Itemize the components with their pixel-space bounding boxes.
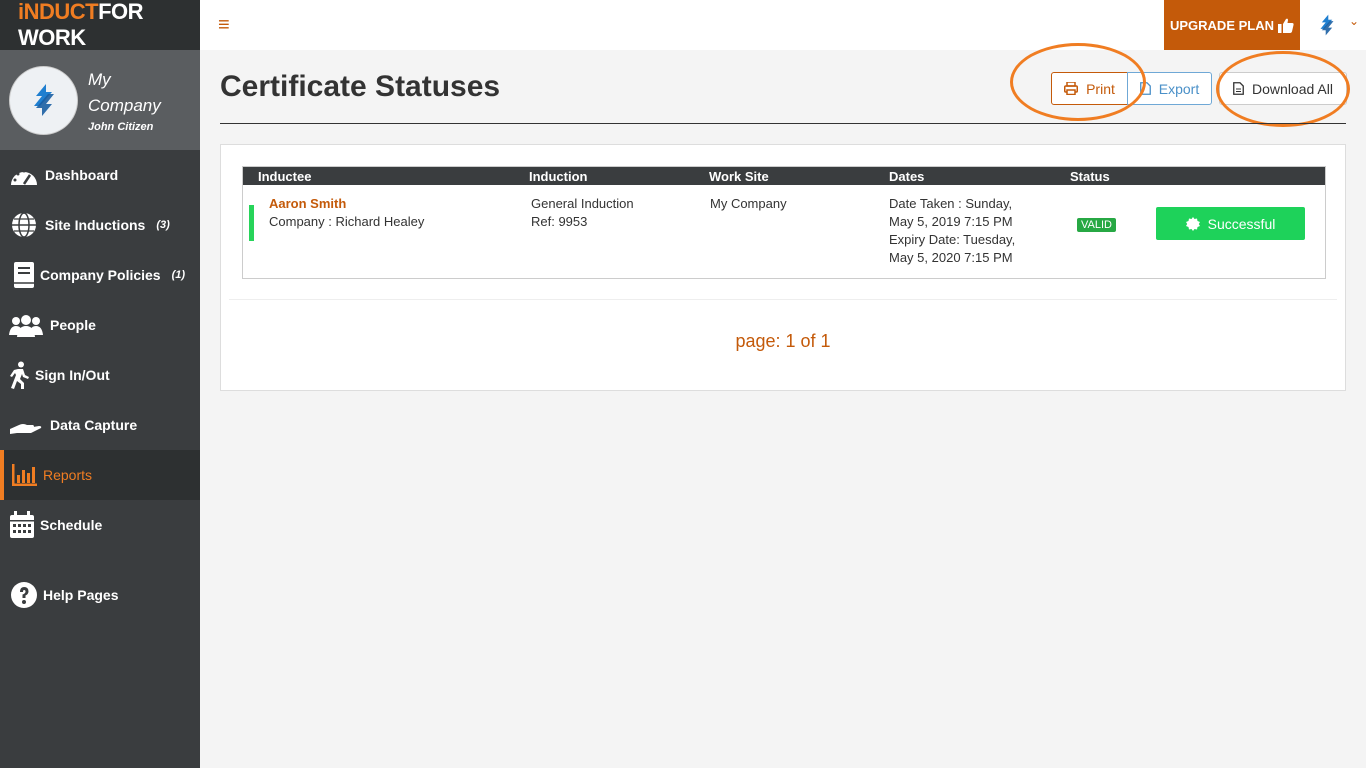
sidebar-item-data-capture[interactable]: Data Capture — [0, 400, 200, 450]
sidebar-item-company-policies[interactable]: Company Policies (1) — [0, 250, 200, 300]
status-badge: VALID — [1077, 218, 1116, 232]
sidebar-nav: Dashboard Site Inductions (3) Company Po… — [0, 150, 200, 620]
export-button[interactable]: Export — [1127, 72, 1212, 105]
sidebar-item-label: Schedule — [40, 517, 103, 533]
row-status-indicator — [249, 205, 254, 241]
download-all-button[interactable]: Download All — [1219, 72, 1347, 105]
profile-text: My Company John Citizen — [88, 67, 168, 133]
printer-icon — [1064, 82, 1079, 95]
sidebar-item-label: Reports — [43, 467, 93, 483]
bar-chart-icon — [9, 460, 39, 490]
topbar: ≡ UPGRADE PLAN ⌄ — [200, 0, 1366, 50]
chevron-down-icon[interactable]: ⌄ — [1349, 14, 1359, 28]
inductee-cell: Aaron Smith Company : Richard Healey — [269, 195, 424, 231]
inductee-company: Company : Richard Healey — [269, 214, 425, 229]
induction-name: General Induction — [531, 196, 634, 211]
sidebar-item-count: (1) — [171, 269, 186, 281]
inductee-name-link[interactable]: Aaron Smith — [269, 195, 424, 213]
column-header-inductee[interactable]: Inductee — [258, 169, 311, 184]
user-menu-avatar[interactable] — [1312, 10, 1342, 40]
sidebar-item-people[interactable]: People — [0, 300, 200, 350]
sidebar-item-label: Company Policies — [40, 267, 161, 283]
sidebar-item-label: Site Inductions — [45, 217, 146, 233]
walking-person-icon — [9, 360, 31, 390]
upgrade-plan-button[interactable]: UPGRADE PLAN — [1164, 0, 1300, 50]
pagination-text: page: 1 of 1 — [735, 331, 831, 351]
sidebar-item-dashboard[interactable]: Dashboard — [0, 150, 200, 200]
company-avatar[interactable] — [10, 66, 77, 134]
expiry-date-line-2: May 5, 2020 7:15 PM — [889, 250, 1013, 265]
hand-icon — [9, 410, 43, 440]
hamburger-menu-icon[interactable]: ≡ — [218, 14, 230, 37]
successful-button-label: Successful — [1207, 215, 1276, 232]
column-header-induction[interactable]: Induction — [529, 169, 588, 184]
profile-panel: My Company John Citizen — [0, 50, 200, 150]
certificates-table: Inductee Induction Work Site Dates Statu… — [242, 166, 1326, 279]
users-icon — [9, 310, 43, 340]
app-logo[interactable]: iNDUCTFOR WORK — [18, 0, 200, 51]
sidebar-item-label: Help Pages — [43, 587, 119, 603]
profile-user-name: John Citizen — [88, 121, 154, 133]
print-button[interactable]: Print — [1051, 72, 1128, 105]
column-header-dates[interactable]: Dates — [889, 169, 924, 184]
profile-company-name: My Company — [88, 70, 161, 115]
dashboard-gauge-icon — [9, 160, 39, 190]
sidebar-item-label: Dashboard — [45, 167, 119, 183]
upgrade-plan-label: UPGRADE PLAN — [1169, 17, 1274, 33]
title-divider — [220, 123, 1346, 124]
app-root: iNDUCTFOR WORK My Company John Citizen D… — [0, 0, 1366, 768]
induction-ref: Ref: 9953 — [531, 214, 588, 229]
expiry-date-line-1: Expiry Date: Tuesday, — [889, 232, 1016, 247]
logo-part-1: iNDUCT — [18, 0, 99, 24]
table-row: Aaron Smith Company : Richard Healey Gen… — [243, 185, 1325, 278]
print-button-label: Print — [1086, 80, 1115, 97]
sidebar-item-help-pages[interactable]: Help Pages — [0, 570, 200, 620]
sidebar: iNDUCTFOR WORK My Company John Citizen D… — [0, 0, 200, 768]
column-header-work-site[interactable]: Work Site — [709, 169, 769, 184]
export-button-label: Export — [1158, 80, 1200, 97]
sidebar-item-label: Sign In/Out — [35, 367, 110, 383]
successful-button[interactable]: Successful — [1156, 207, 1305, 240]
document-icon — [1139, 82, 1151, 95]
table-header: Inductee Induction Work Site Dates Statu… — [243, 167, 1325, 185]
induction-cell: General Induction Ref: 9953 — [531, 195, 634, 231]
calendar-icon — [9, 510, 35, 540]
thumbs-up-icon — [1278, 18, 1294, 33]
certificates-card: Inductee Induction Work Site Dates Statu… — [220, 144, 1346, 391]
sidebar-item-label: People — [50, 317, 96, 333]
file-icon — [1233, 82, 1244, 95]
globe-icon — [9, 210, 39, 240]
certificate-seal-icon — [1185, 216, 1200, 231]
date-taken-line-2: May 5, 2019 7:15 PM — [889, 214, 1013, 229]
dates-cell: Date Taken : Sunday, May 5, 2019 7:15 PM… — [889, 195, 1015, 267]
book-icon — [9, 260, 39, 290]
sidebar-item-site-inductions[interactable]: Site Inductions (3) — [0, 200, 200, 250]
sidebar-item-schedule[interactable]: Schedule — [0, 500, 200, 550]
sidebar-item-label: Data Capture — [50, 417, 138, 433]
work-site-cell: My Company — [710, 196, 787, 211]
logo-bar: iNDUCTFOR WORK — [0, 0, 200, 50]
company-logo-icon — [1320, 14, 1334, 36]
card-divider — [229, 299, 1337, 300]
sidebar-item-count: (3) — [156, 219, 170, 231]
question-circle-icon — [9, 580, 39, 610]
sidebar-item-reports[interactable]: Reports — [0, 450, 200, 500]
sidebar-spacer — [0, 550, 200, 570]
sidebar-item-sign-in-out[interactable]: Sign In/Out — [0, 350, 200, 400]
company-logo-icon — [33, 84, 54, 116]
date-taken-line-1: Date Taken : Sunday, — [889, 196, 1013, 211]
page-title: Certificate Statuses — [220, 70, 501, 103]
column-header-status[interactable]: Status — [1070, 169, 1110, 184]
download-all-button-label: Download All — [1252, 80, 1333, 97]
